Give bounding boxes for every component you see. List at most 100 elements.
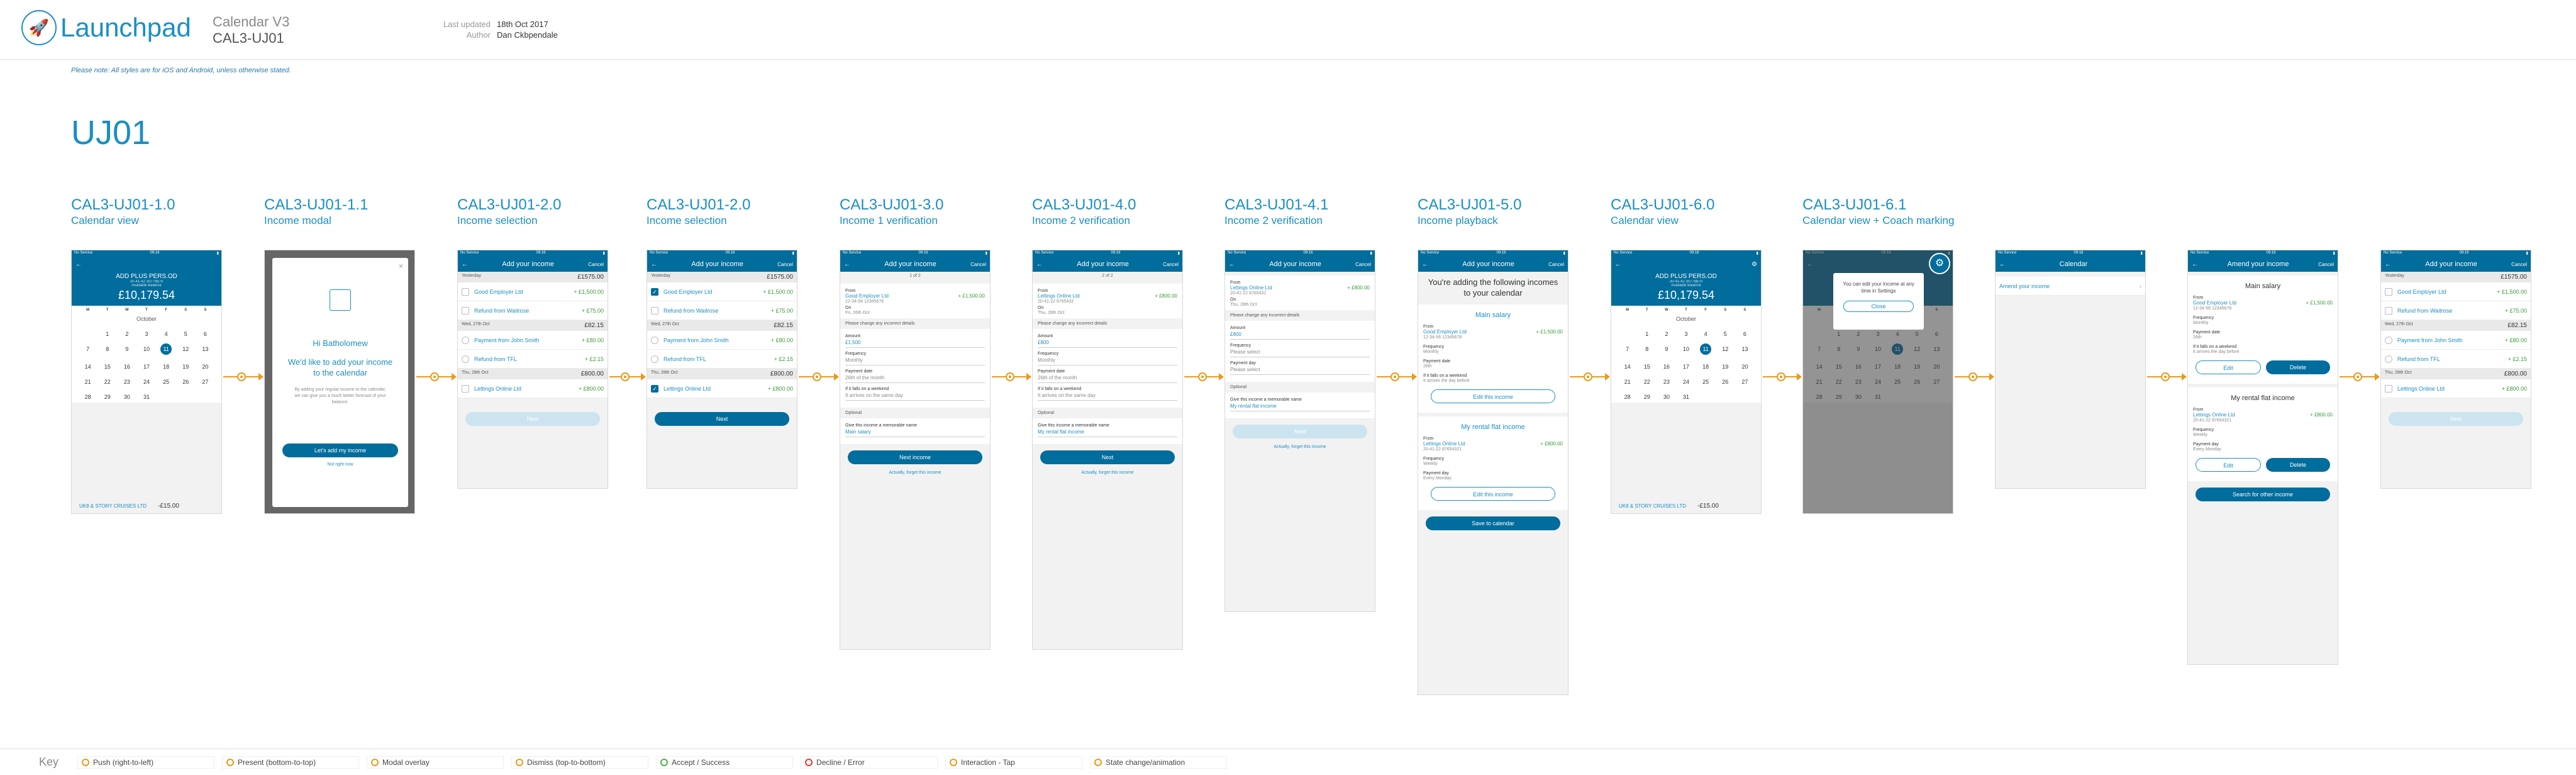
gear-highlight-icon[interactable]: ⚙ (1929, 253, 1950, 274)
calendar-day[interactable]: 3 (136, 331, 156, 337)
income-row[interactable]: Good Employer Ltd + £1,500.00 (2381, 282, 2531, 301)
calendar-day[interactable]: 12 (176, 346, 196, 355)
calendar-day[interactable]: 5 (1716, 331, 1735, 337)
amount-field[interactable]: Amount £800 (1230, 326, 1370, 340)
cancel-button[interactable]: Cancel (1548, 262, 1564, 267)
calendar-day[interactable]: 21 (78, 379, 97, 385)
calendar-day[interactable]: 31 (136, 394, 156, 400)
weekend-field[interactable]: If it falls on a weekend It arrives on th… (1038, 387, 1177, 401)
edit-button[interactable]: Edit (2196, 458, 2261, 472)
calendar-day[interactable]: 26 (176, 379, 196, 385)
back-arrow-icon[interactable]: ← (844, 261, 850, 268)
back-arrow-icon[interactable]: ← (1615, 261, 1621, 268)
payment-day-field[interactable]: Payment day Please select (1230, 361, 1370, 375)
calendar-day[interactable]: 24 (1676, 379, 1696, 385)
calendar-day[interactable]: 14 (1618, 364, 1637, 370)
calendar-day[interactable]: 28 (1618, 394, 1637, 400)
memo-field[interactable]: Give this income a memorable name Main sa… (845, 423, 985, 437)
income-checkbox[interactable]: ✓ (651, 384, 658, 393)
calendar-day[interactable]: 10 (136, 346, 156, 355)
edit-button[interactable]: Edit (2196, 360, 2261, 374)
calendar-day[interactable]: 30 (1657, 394, 1676, 400)
calendar-day[interactable]: 2 (1657, 331, 1676, 337)
edit-income-button[interactable]: Edit this income (1431, 487, 1555, 501)
memo-field[interactable]: Give this income a memorable name My rent… (1038, 423, 1177, 437)
forget-income-link[interactable]: Actually, forget this income (1033, 471, 1182, 475)
calendar-day[interactable]: 27 (196, 379, 215, 385)
gear-icon[interactable]: ⚙ (1752, 261, 1757, 268)
back-arrow-icon[interactable]: ← (1229, 261, 1235, 268)
calendar-day[interactable]: 31 (1676, 394, 1696, 400)
calendar-day[interactable]: 6 (1735, 331, 1755, 337)
account-name[interactable]: ADD PLUS PERS.OD (72, 273, 221, 280)
calendar-day[interactable]: 25 (1696, 379, 1716, 385)
cancel-button[interactable]: Cancel (970, 262, 986, 267)
income-checkbox[interactable] (462, 355, 469, 363)
search-other-income-button[interactable]: Search for other income (2196, 488, 2330, 501)
income-row[interactable]: Refund from Waitrose + £75.00 (2381, 301, 2531, 320)
calendar-day[interactable]: 29 (97, 394, 117, 400)
calendar-day[interactable]: 13 (1735, 346, 1755, 355)
calendar-day[interactable]: 2 (117, 331, 136, 337)
income-row[interactable]: Refund from TFL + £2.15 (2381, 350, 2531, 369)
delete-button[interactable]: Delete (2266, 458, 2330, 472)
next-income-button[interactable]: Next income (848, 450, 982, 464)
income-checkbox[interactable] (651, 306, 658, 315)
calendar-day[interactable]: 25 (157, 379, 176, 385)
income-checkbox[interactable] (462, 306, 469, 315)
calendar-day[interactable]: 8 (1637, 346, 1657, 355)
income-checkbox[interactable] (2385, 336, 2392, 344)
memo-field[interactable]: Give this income a memorable name My rent… (1230, 398, 1370, 411)
next-button[interactable]: Next (655, 412, 789, 426)
calendar-day[interactable]: 7 (78, 346, 97, 355)
amend-income-row[interactable]: Amend your income › (1996, 277, 2145, 296)
frequency-field[interactable]: Frequency Monthly (1038, 352, 1177, 365)
close-button[interactable]: Close (1843, 301, 1914, 312)
amount-field[interactable]: Amount £800 (1038, 334, 1177, 348)
calendar-day[interactable]: 26 (1716, 379, 1735, 385)
payment-date-field[interactable]: Payment date 26th of the month (845, 369, 985, 383)
next-button[interactable]: Next (2389, 412, 2523, 426)
calendar-day[interactable]: 17 (136, 364, 156, 370)
calendar-day[interactable]: 15 (97, 364, 117, 370)
cancel-button[interactable]: Cancel (777, 262, 793, 267)
back-arrow-icon[interactable]: ← (75, 261, 82, 268)
income-checkbox[interactable] (2385, 355, 2392, 363)
amount-field[interactable]: Amount £1,500 (845, 334, 985, 348)
back-arrow-icon[interactable]: ← (462, 261, 468, 268)
back-arrow-icon[interactable]: ← (651, 261, 657, 268)
calendar-day[interactable]: 23 (117, 379, 136, 385)
calendar-day[interactable]: 9 (117, 346, 136, 355)
calendar-day[interactable]: 16 (117, 364, 136, 370)
back-arrow-icon[interactable]: ← (2385, 261, 2391, 268)
income-checkbox[interactable] (2385, 287, 2392, 296)
income-checkbox[interactable] (651, 355, 658, 363)
calendar-day[interactable]: 22 (97, 379, 117, 385)
add-income-button[interactable]: Let's add my income (282, 443, 398, 457)
calendar-day[interactable]: 29 (1637, 394, 1657, 400)
cancel-button[interactable]: Cancel (588, 262, 604, 267)
calendar-day[interactable]: 7 (1618, 346, 1637, 355)
income-row[interactable]: Lettings Online Ltd + £800.00 (2381, 379, 2531, 398)
calendar-day[interactable]: 8 (97, 346, 117, 355)
income-checkbox[interactable] (462, 384, 469, 393)
calendar-day[interactable]: 18 (157, 364, 176, 370)
income-row[interactable]: Refund from Waitrose + £75.00 (647, 301, 797, 320)
cancel-button[interactable]: Cancel (1163, 262, 1179, 267)
calendar-day[interactable]: 5 (176, 331, 196, 337)
next-button[interactable]: Next (1233, 425, 1367, 438)
forget-income-link[interactable]: Actually, forget this income (840, 471, 990, 475)
next-button[interactable]: Next (465, 412, 600, 426)
income-row[interactable]: Lettings Online Ltd + £800.00 (458, 379, 608, 398)
calendar-day[interactable]: 19 (176, 364, 196, 370)
calendar-day[interactable]: 27 (1735, 379, 1755, 385)
calendar-day[interactable]: 12 (1716, 346, 1735, 355)
income-checkbox[interactable] (462, 287, 469, 296)
calendar-day[interactable]: 28 (78, 394, 97, 400)
back-arrow-icon[interactable]: ← (2192, 261, 2198, 268)
back-arrow-icon[interactable]: ← (1999, 261, 2006, 268)
calendar-day[interactable]: 3 (1676, 331, 1696, 337)
income-row[interactable]: Refund from TFL + £2.15 (647, 350, 797, 369)
income-checkbox[interactable] (651, 336, 658, 344)
calendar-day[interactable]: 11 (157, 343, 176, 355)
